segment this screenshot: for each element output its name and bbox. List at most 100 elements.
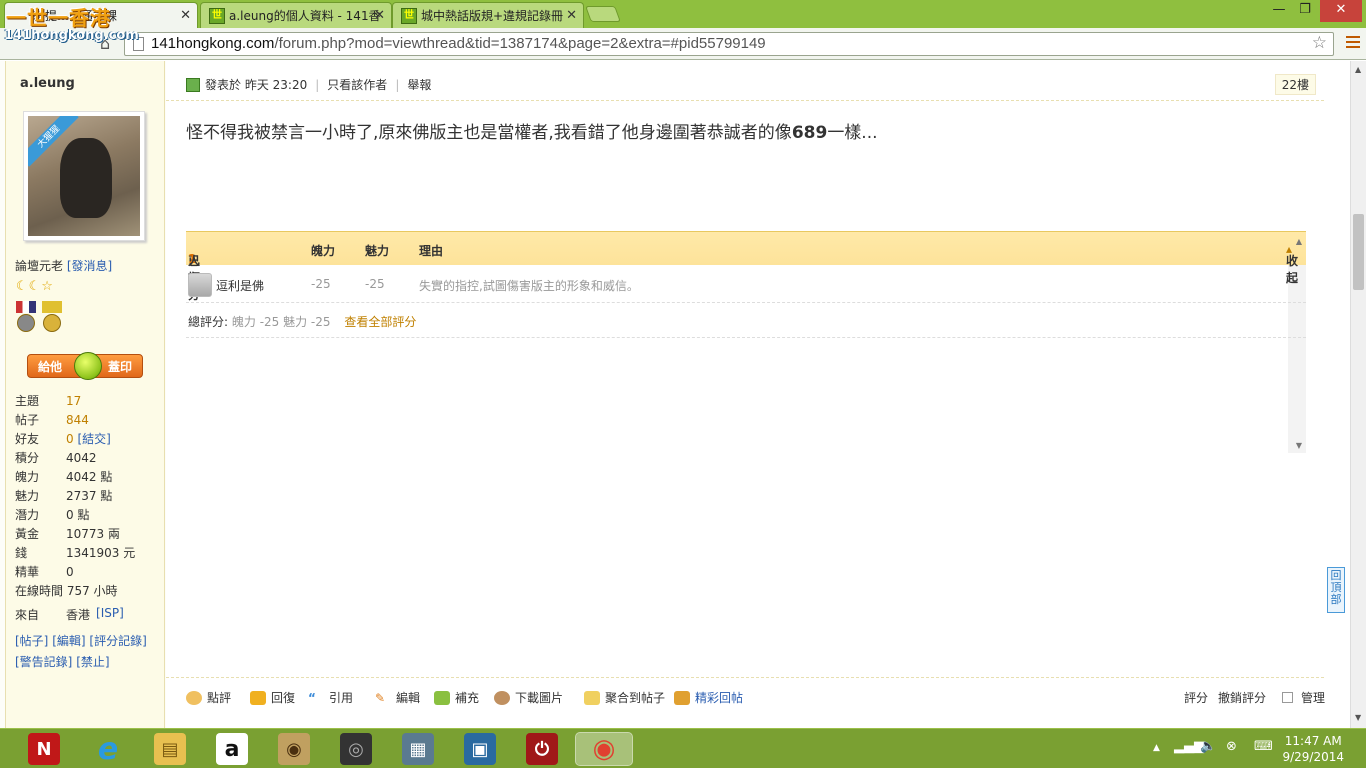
site-favicon-icon: 世 — [401, 8, 417, 24]
stat-row: 潛力 0 點 — [15, 508, 90, 522]
stat-row: 魅力 2737 點 — [15, 489, 113, 503]
power-app-icon[interactable]: ⏻ — [526, 733, 558, 765]
volume-icon[interactable]: 🔈 — [1200, 739, 1216, 754]
close-window-button[interactable]: ✕ — [1320, 0, 1362, 22]
reply-icon — [250, 690, 266, 705]
avatar[interactable]: 大猩猩 — [23, 111, 145, 241]
rating-row: 逗利是佛 -25 -25 失實的指控,試圖傷害版主的形象和威信。 — [186, 267, 1306, 303]
ban-link[interactable]: [禁止] — [76, 655, 109, 669]
posts-history-link[interactable]: [帖子] — [15, 634, 48, 648]
comment-button[interactable]: 點評 — [186, 689, 231, 706]
highlight-reply-button[interactable]: 精彩回帖 — [674, 689, 743, 706]
system-clock[interactable]: 11:47 AM 9/29/2014 — [1282, 733, 1344, 765]
add-friend-link[interactable]: [結交] — [77, 432, 110, 446]
download-images-button[interactable]: 下載圖片 — [494, 689, 563, 706]
scrollbar-thumb[interactable] — [1353, 214, 1364, 290]
address-bar[interactable]: 141hongkong.com/forum.php?mod=viewthread… — [124, 32, 1334, 56]
network-blocked-icon[interactable]: ⊗ — [1226, 739, 1237, 754]
author-rank: 論壇元老 [發消息] — [15, 259, 113, 273]
bookmark-star-icon[interactable]: ☆ — [1312, 33, 1327, 53]
internet-explorer-icon[interactable]: e — [92, 732, 124, 767]
scroll-up-icon[interactable]: ▲ — [1355, 65, 1361, 74]
post-actions: 點評 回復 “引用 ✎ 編輯 補充 下載圖片 聚合到帖子 精彩回帖 評分 撤銷評分… — [166, 677, 1325, 713]
author-stats: 主題 17 帖子 844 好友 0 [結交] 積分 4042 魄力 4042 點 魅力 27… — [15, 392, 135, 601]
warning-record-link[interactable]: [警告記錄] — [15, 655, 72, 669]
reply-button[interactable]: 回復 — [250, 689, 295, 706]
tab-title: a.leung的個人資料 - 141香 — [229, 9, 381, 23]
new-tab-button[interactable] — [585, 6, 621, 22]
supplement-button[interactable]: 補充 — [434, 689, 479, 706]
stat-row: 精華 0 — [15, 565, 74, 579]
netflix-icon[interactable]: N — [28, 733, 60, 765]
url-text[interactable]: 141hongkong.com/forum.php?mod=viewthread… — [151, 35, 766, 52]
manage-control[interactable]: 管理 — [1278, 689, 1325, 706]
online-time: 在線時間 757 小時 — [15, 584, 118, 598]
rater-name[interactable]: 逗利是佛 — [216, 277, 264, 294]
topics-link[interactable]: 17 — [66, 392, 81, 411]
posts-link[interactable]: 844 — [66, 411, 89, 430]
stat-row: 積分 4042 — [15, 451, 97, 465]
stat-row: 好友 0 [結交] — [15, 430, 135, 449]
view-all-ratings-link[interactable]: 查看全部評分 — [344, 315, 416, 329]
undo-rate-button[interactable]: 撤銷評分 — [1218, 689, 1266, 706]
tab-profile[interactable]: 世 a.leung的個人資料 - 141香 ✕ — [200, 2, 392, 28]
restore-button[interactable]: ❐ — [1288, 0, 1322, 22]
close-tab-icon[interactable]: ✕ — [180, 8, 191, 23]
speaker-app-icon[interactable]: ◎ — [340, 733, 372, 765]
scroll-up-icon[interactable]: ▲ — [1296, 237, 1302, 246]
report-link[interactable]: 舉報 — [407, 76, 431, 93]
friends-link[interactable]: 0 — [66, 430, 74, 449]
collapse-link[interactable]: 收起 ▴ — [1286, 242, 1298, 285]
rating-total: 總評分: 魄力 -25 魅力 -25 查看全部評分 — [188, 315, 417, 329]
isp-link[interactable]: [ISP] — [96, 606, 124, 623]
send-message-link[interactable]: [發消息] — [67, 259, 112, 273]
author-location: 來自 香港 [ISP] — [15, 606, 124, 623]
comment-icon — [186, 690, 202, 705]
edit-user-link[interactable]: [編輯] — [52, 634, 85, 648]
chrome-menu-icon[interactable] — [1346, 36, 1360, 50]
site-logo[interactable]: 一世一香港 141hongkong.com — [2, 2, 139, 48]
supplement-icon — [434, 690, 450, 705]
scroll-down-icon[interactable]: ▼ — [1296, 441, 1302, 450]
post-time: 昨天 23:20 — [244, 78, 308, 92]
post: 發表於 昨天 23:20 | 只看該作者 | 舉報 22樓 怪不得我被禁言一小時… — [166, 61, 1350, 728]
online-status-icon — [186, 77, 200, 92]
rank-moons-icon: ☾☾☆ — [16, 279, 54, 294]
rating-panel: 已有 1 人評分 魄力 魅力 理由 收起 ▴ 逗利是佛 -25 -25 失實的指… — [186, 231, 1306, 453]
tab-title: 城中熱話版規+違規記錄冊 — [421, 9, 564, 23]
post-body: 怪不得我被禁言一小時了,原來佛版主也是當權者,我看錯了他身邊圍著恭誠者的像689… — [186, 123, 878, 143]
rating-record-link[interactable]: [評分記錄] — [89, 634, 146, 648]
stat-row: 主題 17 — [15, 392, 135, 411]
medal-icon[interactable] — [42, 301, 62, 333]
manage-checkbox[interactable] — [1282, 692, 1293, 703]
quote-button[interactable]: “引用 — [308, 689, 353, 706]
settings-app-icon[interactable]: ▣ — [464, 733, 496, 765]
medal-icon[interactable] — [16, 301, 36, 333]
rater-avatar[interactable] — [188, 273, 212, 297]
close-tab-icon[interactable]: ✕ — [566, 8, 577, 23]
close-tab-icon[interactable]: ✕ — [374, 8, 385, 23]
browser-tab-bar: 新提…的通識課 ✕ 世 a.leung的個人資料 - 141香 ✕ 世 城中熱話… — [0, 0, 1366, 28]
stat-row: 黃金 10773 兩 — [15, 527, 120, 541]
doc-app-icon[interactable]: ▦ — [402, 733, 434, 765]
keyboard-icon[interactable]: ⌨ — [1254, 739, 1273, 754]
edit-button[interactable]: ✎ 編輯 — [375, 689, 420, 706]
amazon-icon[interactable]: a — [216, 733, 248, 765]
tab-rules[interactable]: 世 城中熱話版規+違規記錄冊 ✕ — [392, 2, 584, 28]
rate-button[interactable]: 評分 — [1184, 689, 1208, 706]
folder-icon — [584, 690, 600, 705]
show-hidden-icons-icon[interactable]: ▲ — [1153, 743, 1160, 753]
page-scrollbar[interactable]: ▲ ▼ — [1350, 61, 1366, 728]
back-to-top-button[interactable]: 回頂部 — [1327, 567, 1345, 613]
app-icon[interactable]: ◉ — [278, 733, 310, 765]
chrome-icon[interactable]: ◉ — [575, 732, 633, 766]
author-username[interactable]: a.leung — [20, 76, 75, 91]
author-links: [帖子] [編輯] [評分記錄] [警告記錄] [禁止] — [15, 631, 147, 673]
floor-number[interactable]: 22樓 — [1274, 74, 1316, 95]
only-author-link[interactable]: 只看該作者 — [327, 76, 387, 93]
scroll-down-icon[interactable]: ▼ — [1355, 713, 1361, 722]
logo-text: 一世一香港 — [6, 6, 111, 30]
file-explorer-icon[interactable]: ▤ — [154, 733, 186, 765]
stamp-button[interactable]: 給他 蓋印 — [27, 352, 143, 380]
aggregate-button[interactable]: 聚合到帖子 — [584, 689, 665, 706]
